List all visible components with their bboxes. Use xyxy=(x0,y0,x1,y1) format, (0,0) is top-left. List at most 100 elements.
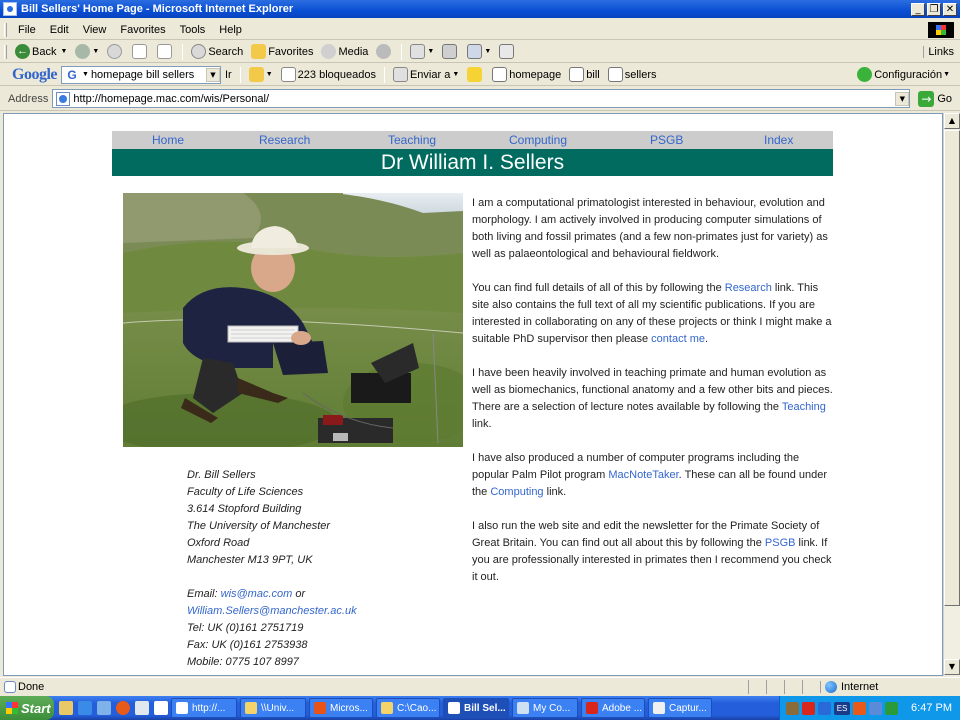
quicklaunch-ie-icon[interactable] xyxy=(78,701,92,715)
discuss-button[interactable] xyxy=(495,42,520,62)
pagerank-button[interactable]: ▼ xyxy=(245,67,277,82)
menu-edit[interactable]: Edit xyxy=(43,24,76,36)
settings-button[interactable]: Configuración ▼ xyxy=(853,67,954,82)
tray-icon[interactable] xyxy=(869,701,883,715)
toolbar-grip[interactable] xyxy=(4,22,7,37)
scroll-up-button[interactable]: ▲ xyxy=(944,113,960,129)
chevron-down-icon[interactable]: ▼ xyxy=(484,48,491,55)
find-word-homepage[interactable]: homepage xyxy=(488,67,565,82)
taskbar-item[interactable]: My Co... xyxy=(512,698,578,718)
back-button[interactable]: ← Back ▼ xyxy=(11,42,71,62)
security-zone[interactable]: Internet xyxy=(820,680,960,693)
stop-button[interactable] xyxy=(103,42,128,62)
menu-file[interactable]: File xyxy=(11,24,43,36)
menu-tools[interactable]: Tools xyxy=(173,24,213,36)
title-bar[interactable]: Bill Sellers' Home Page - Microsoft Inte… xyxy=(0,0,960,18)
capture-icon xyxy=(653,702,665,714)
chevron-down-icon[interactable]: ▼ xyxy=(427,48,434,55)
search-button[interactable]: Search xyxy=(187,42,247,62)
scroll-thumb[interactable] xyxy=(944,130,960,606)
email-link-manchester[interactable]: William.Sellers@manchester.ac.uk xyxy=(187,605,357,617)
favorites-button[interactable]: Favorites xyxy=(247,42,317,62)
menu-favorites[interactable]: Favorites xyxy=(113,24,172,36)
start-button[interactable]: Start xyxy=(0,696,54,720)
close-button[interactable]: ✕ xyxy=(943,2,957,16)
nav-research[interactable]: Research xyxy=(259,133,310,147)
taskbar-item[interactable]: C:\Cao... xyxy=(376,698,440,718)
mail-button[interactable]: ▼ xyxy=(406,42,438,62)
find-word-sellers[interactable]: sellers xyxy=(604,67,661,82)
go-button[interactable]: → Go xyxy=(918,90,952,107)
print-button[interactable] xyxy=(438,42,463,62)
links-toolbar[interactable]: Links xyxy=(923,45,954,58)
address-url[interactable]: http://homepage.mac.com/wis/Personal/ xyxy=(73,93,895,105)
address-dropdown[interactable]: ▼ xyxy=(895,91,910,106)
teaching-link[interactable]: Teaching xyxy=(782,401,826,413)
chevron-down-icon[interactable]: ▼ xyxy=(60,48,67,55)
minimize-button[interactable]: _ xyxy=(911,2,925,16)
scroll-down-button[interactable]: ▼ xyxy=(944,659,960,675)
language-indicator[interactable]: ES xyxy=(834,701,851,715)
toolbar-grip[interactable] xyxy=(4,44,7,59)
find-word-bill[interactable]: bill xyxy=(565,67,603,82)
media-button[interactable]: Media xyxy=(317,42,372,62)
send-to-button[interactable]: Enviar a ▼ xyxy=(389,67,463,82)
highlight-button[interactable] xyxy=(463,67,488,82)
nav-home[interactable]: Home xyxy=(152,133,184,147)
nav-psgb[interactable]: PSGB xyxy=(650,133,683,147)
psgb-link[interactable]: PSGB xyxy=(765,537,796,549)
quicklaunch-app-icon[interactable] xyxy=(154,701,168,715)
taskbar-item[interactable]: Captur... xyxy=(648,698,712,718)
nav-index[interactable]: Index xyxy=(764,133,793,147)
nav-computing[interactable]: Computing xyxy=(509,133,567,147)
restore-button[interactable]: ❐ xyxy=(927,2,941,16)
taskbar-item[interactable]: Adobe ... xyxy=(581,698,645,718)
tray-icon[interactable] xyxy=(786,701,800,715)
google-search-text[interactable]: homepage bill sellers xyxy=(89,69,206,81)
search-history-dropdown[interactable]: ▼ xyxy=(206,67,220,82)
menu-view[interactable]: View xyxy=(76,24,114,36)
refresh-button[interactable] xyxy=(128,42,153,62)
chevron-down-icon[interactable]: ▼ xyxy=(266,71,273,78)
taskbar-item[interactable]: http://... xyxy=(171,698,237,718)
research-link[interactable]: Research xyxy=(725,282,772,294)
macnotetaker-link[interactable]: MacNoteTaker xyxy=(608,469,678,481)
google-go-button[interactable]: Ir xyxy=(221,69,236,81)
stop-icon xyxy=(107,44,123,59)
print-icon xyxy=(442,44,458,59)
taskbar-item[interactable]: Micros... xyxy=(309,698,373,718)
google-search-input[interactable]: G ▼ homepage bill sellers ▼ xyxy=(61,65,221,84)
quicklaunch-outlook-icon[interactable] xyxy=(97,701,111,715)
popup-blocker-button[interactable]: 223 bloqueados xyxy=(277,67,380,82)
google-g-icon[interactable]: G xyxy=(64,68,80,82)
email-link-mac[interactable]: wis@mac.com xyxy=(221,588,293,600)
chevron-down-icon[interactable]: ▼ xyxy=(82,71,89,78)
computing-link[interactable]: Computing xyxy=(490,486,543,498)
address-input[interactable]: http://homepage.mac.com/wis/Personal/ ▼ xyxy=(52,89,911,108)
contact-line: Manchester M13 9PT, UK xyxy=(187,554,313,566)
taskbar-item[interactable]: \\Univ... xyxy=(240,698,306,718)
chevron-down-icon[interactable]: ▼ xyxy=(452,71,459,78)
tray-icon[interactable] xyxy=(885,701,899,715)
history-button[interactable] xyxy=(372,42,397,62)
page-viewport[interactable]: Home Research Teaching Computing PSGB In… xyxy=(3,113,943,676)
edit-button[interactable]: ▼ xyxy=(463,42,495,62)
tray-icon[interactable] xyxy=(853,701,867,715)
tray-icon[interactable] xyxy=(802,701,816,715)
menu-help[interactable]: Help xyxy=(212,24,249,36)
tray-icon[interactable] xyxy=(818,701,832,715)
forward-button[interactable]: ▼ xyxy=(71,42,103,62)
chevron-down-icon[interactable]: ▼ xyxy=(943,71,950,78)
nav-teaching[interactable]: Teaching xyxy=(388,133,436,147)
clock[interactable]: 6:47 PM xyxy=(911,702,952,714)
home-button[interactable] xyxy=(153,42,178,62)
quicklaunch-desktop-icon[interactable] xyxy=(135,701,149,715)
google-logo[interactable]: Google xyxy=(12,66,58,84)
taskbar-item-active[interactable]: Bill Sel... xyxy=(443,698,509,718)
vertical-scrollbar[interactable]: ▲ ▼ xyxy=(943,113,960,676)
favorites-star-icon xyxy=(251,44,267,59)
quicklaunch-explorer-icon[interactable] xyxy=(59,701,73,715)
contact-me-link[interactable]: contact me xyxy=(651,333,705,345)
quicklaunch-media-icon[interactable] xyxy=(116,701,130,715)
chevron-down-icon[interactable]: ▼ xyxy=(92,48,99,55)
